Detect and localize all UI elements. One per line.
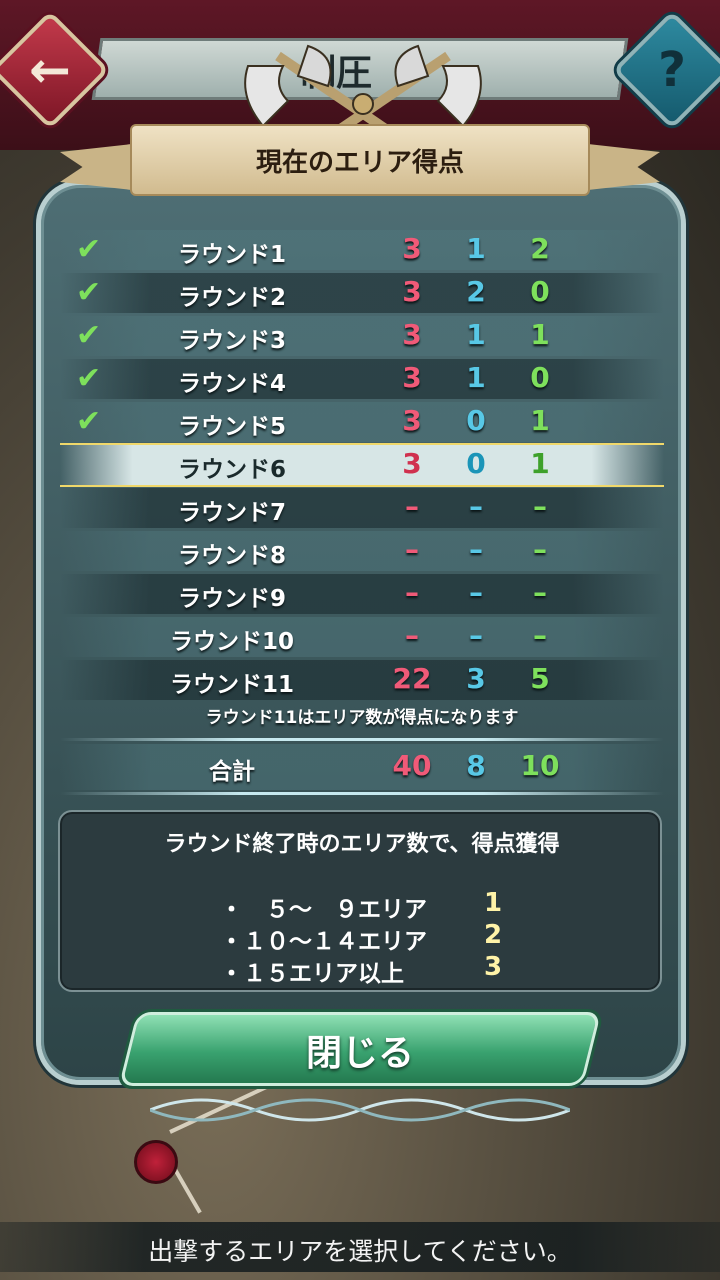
- round-label: ラウンド4: [177, 371, 286, 397]
- team3-score: –: [533, 490, 547, 523]
- team2-score: –: [469, 619, 483, 652]
- round-row: ✔ ラウンド4 3 1 0: [60, 359, 664, 399]
- team3-score: 0: [530, 275, 550, 308]
- round-label: ラウンド5: [177, 414, 286, 440]
- round-label: ラウンド11: [169, 672, 294, 698]
- footer-hint: 出撃するエリアを選択してください。: [148, 1237, 572, 1266]
- team2-score: –: [469, 576, 483, 609]
- team2-score: 2: [466, 275, 486, 308]
- round-label: ラウンド2: [177, 285, 286, 311]
- team1-score: –: [405, 490, 419, 523]
- team1-score: 3: [402, 232, 422, 265]
- team1-score: 3: [402, 404, 422, 437]
- tier-range: ・ ５～ ９エリア: [220, 897, 427, 923]
- dialog-title-banner: 現在のエリア得点: [60, 124, 660, 196]
- team1-score: –: [405, 576, 419, 609]
- tier-points: 1: [484, 888, 503, 918]
- round-row: ✔ ラウンド3 3 1 1: [60, 316, 664, 356]
- scoring-info-title: ラウンド終了時のエリア数で、得点獲得: [164, 832, 560, 857]
- round-label: ラウンド7: [177, 500, 286, 526]
- round-row: ラウンド10 – – –: [60, 617, 664, 657]
- tier-range: ・１０～１４エリア: [220, 929, 427, 955]
- team2-score: 1: [466, 318, 486, 351]
- check-icon: ✔: [76, 275, 102, 310]
- round-label: ラウンド8: [177, 543, 286, 569]
- check-icon: ✔: [76, 232, 102, 267]
- current-round-row: ラウンド6 3 0 1: [60, 445, 664, 485]
- team2-score: 0: [466, 447, 486, 480]
- round-row: ✔ ラウンド1 3 1 2: [60, 230, 664, 270]
- round-label: ラウンド9: [177, 586, 286, 612]
- tier-points: 2: [484, 920, 503, 950]
- team2-total: 8: [466, 749, 486, 782]
- round-label: ラウンド1: [177, 242, 286, 268]
- ornament-icon: [150, 1098, 570, 1122]
- total-label: 合計: [209, 759, 255, 785]
- team3-score: –: [533, 576, 547, 609]
- check-icon: ✔: [76, 404, 102, 439]
- round-label: ラウンド6: [177, 457, 286, 483]
- round-label: ラウンド10: [169, 629, 294, 655]
- round-row: ラウンド7 – – –: [60, 488, 664, 528]
- check-icon: ✔: [76, 318, 102, 353]
- team3-score: –: [533, 533, 547, 566]
- team3-score: –: [533, 619, 547, 652]
- round-label: ラウンド3: [177, 328, 286, 354]
- team2-score: –: [469, 490, 483, 523]
- team3-score: 1: [530, 318, 550, 351]
- team1-score: 22: [392, 662, 432, 695]
- team3-score: 1: [530, 447, 550, 480]
- team2-score: 0: [466, 404, 486, 437]
- tier-range: ・１５エリア以上: [220, 961, 404, 987]
- team3-score: 2: [530, 232, 550, 265]
- team3-score: 1: [530, 404, 550, 437]
- dialog-title: 現在のエリア得点: [255, 148, 464, 178]
- tier-points: 3: [484, 952, 503, 982]
- map-area-node[interactable]: [134, 1140, 178, 1184]
- scoring-info-box: ラウンド終了時のエリア数で、得点獲得 ・ ５～ ９エリア 1 ・１０～１４エリア…: [58, 810, 662, 992]
- check-icon: ✔: [76, 361, 102, 396]
- team1-total: 40: [392, 749, 432, 782]
- divider: [60, 738, 664, 741]
- team1-score: 3: [402, 361, 422, 394]
- round-row: ラウンド8 – – –: [60, 531, 664, 571]
- team1-score: 3: [402, 318, 422, 351]
- question-mark-icon: ?: [658, 42, 686, 98]
- team3-total: 10: [520, 749, 560, 782]
- team1-score: 3: [402, 447, 422, 480]
- round-row: ラウンド11 22 3 5: [60, 660, 664, 700]
- team2-score: 1: [466, 232, 486, 265]
- team2-score: 1: [466, 361, 486, 394]
- team2-score: –: [469, 533, 483, 566]
- team3-score: 0: [530, 361, 550, 394]
- round-row: ラウンド9 – – –: [60, 574, 664, 614]
- team1-score: –: [405, 619, 419, 652]
- team3-score: 5: [530, 662, 550, 695]
- close-button-label[interactable]: 閉じる: [128, 1024, 592, 1076]
- divider: [60, 792, 664, 795]
- back-arrow-icon: ←: [29, 41, 71, 99]
- round11-note: ラウンド11はエリア数が得点になります: [205, 708, 519, 728]
- team1-score: 3: [402, 275, 422, 308]
- round-row: ✔ ラウンド5 3 0 1: [60, 402, 664, 442]
- round-row: ✔ ラウンド2 3 2 0: [60, 273, 664, 313]
- total-row: 合計 40 8 10: [60, 744, 664, 790]
- team2-score: 3: [466, 662, 486, 695]
- team1-score: –: [405, 533, 419, 566]
